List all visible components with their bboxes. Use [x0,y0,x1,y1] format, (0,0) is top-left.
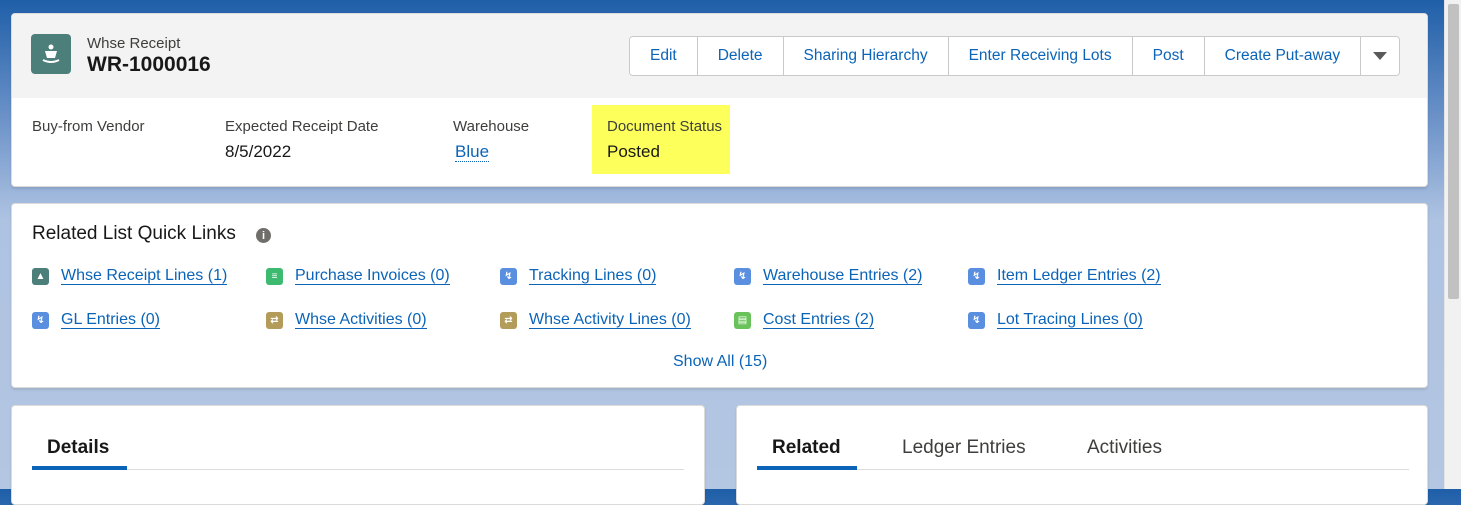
show-all-link[interactable]: Show All (15) [673,353,767,371]
record-title: WR-1000016 [87,53,211,76]
field-label: Document Status [607,118,723,135]
whse-receipt-icon: ▲ [32,267,49,285]
tab-ledger-entries[interactable]: Ledger Entries [902,437,1026,459]
quick-link-whse-activities[interactable]: ⇄ Whse Activities (0) [266,311,427,329]
post-button[interactable]: Post [1132,37,1205,75]
quick-link-label[interactable]: Whse Receipt Lines (1) [61,267,228,285]
quick-link-label[interactable]: Cost Entries (2) [763,311,875,329]
quick-link-gl-entries[interactable]: ↯ GL Entries (0) [32,311,160,329]
field-value: 8/5/2022 [225,142,292,161]
swap-icon: ⇄ [266,311,283,329]
quick-link-lot-tracing-lines[interactable]: ↯ Lot Tracing Lines (0) [968,311,1143,329]
field-expected-receipt-date: Expected Receipt Date 8/5/2022 [225,118,378,162]
scrollbar-thumb[interactable] [1448,4,1459,299]
delete-button[interactable]: Delete [697,37,784,75]
record-header-top: Whse Receipt WR-1000016 Edit Delete Shar… [12,14,1427,98]
edit-button[interactable]: Edit [630,37,698,75]
sharing-hierarchy-button[interactable]: Sharing Hierarchy [783,37,949,75]
enter-receiving-lots-button[interactable]: Enter Receiving Lots [948,37,1133,75]
related-list-quick-links: Related List Quick Links i ▲ Whse Receip… [11,203,1428,388]
quick-link-whse-receipt-lines[interactable]: ▲ Whse Receipt Lines (1) [32,267,228,285]
quick-link-label[interactable]: Tracking Lines (0) [529,267,657,285]
lightning-icon: ↯ [500,267,517,285]
record-header: Whse Receipt WR-1000016 Edit Delete Shar… [11,13,1428,187]
field-label: Buy-from Vendor [32,118,145,135]
lightning-icon: ↯ [734,267,751,285]
quick-link-warehouse-entries[interactable]: ↯ Warehouse Entries (2) [734,267,923,285]
warehouse-link[interactable]: Blue [455,142,490,162]
field-document-status: Document Status Posted [607,118,722,162]
lightning-icon: ↯ [32,311,49,329]
field-label: Expected Receipt Date [225,118,379,135]
quick-link-label[interactable]: Warehouse Entries (2) [763,267,923,285]
lightning-icon: ↯ [968,311,985,329]
more-actions-button[interactable] [1361,37,1400,75]
field-warehouse: Warehouse Blue [453,118,529,162]
quick-link-item-ledger-entries[interactable]: ↯ Item Ledger Entries (2) [968,267,1161,285]
tab-details[interactable]: Details [47,437,109,459]
action-button-group: Edit Delete Sharing Hierarchy Enter Rece… [629,36,1401,76]
tab-related[interactable]: Related [772,437,841,459]
quick-link-label[interactable]: Lot Tracing Lines (0) [997,311,1143,329]
swap-icon: ⇄ [500,311,517,329]
object-type-label: Whse Receipt [87,35,181,52]
chevron-down-icon [1373,52,1388,60]
quick-link-whse-activity-lines[interactable]: ⇄ Whse Activity Lines (0) [500,311,691,329]
create-put-away-button[interactable]: Create Put-away [1204,37,1362,75]
warehouse-receipt-icon [31,34,71,74]
active-tab-indicator [757,466,857,470]
details-panel: Details [11,405,705,505]
field-buy-from-vendor: Buy-from Vendor [32,118,145,142]
invoice-icon: ≡ [266,267,283,285]
quick-link-label[interactable]: Purchase Invoices (0) [295,267,450,285]
active-tab-indicator [32,466,127,470]
cost-icon: ▤ [734,311,751,329]
quick-link-tracking-lines[interactable]: ↯ Tracking Lines (0) [500,267,657,285]
quick-link-label[interactable]: Whse Activity Lines (0) [529,311,691,329]
quick-link-purchase-invoices[interactable]: ≡ Purchase Invoices (0) [266,267,450,285]
quick-links-title: Related List Quick Links [32,223,236,244]
lightning-icon: ↯ [968,267,985,285]
tab-activities[interactable]: Activities [1087,437,1162,459]
related-panel: Related Ledger Entries Activities [736,405,1428,505]
quick-link-label[interactable]: Whse Activities (0) [295,311,427,329]
quick-link-label[interactable]: GL Entries (0) [61,311,160,329]
info-icon[interactable]: i [256,228,271,243]
field-value: Posted [607,142,660,161]
vertical-scrollbar[interactable] [1444,0,1461,489]
quick-link-label[interactable]: Item Ledger Entries (2) [997,267,1161,285]
field-label: Warehouse [453,118,530,135]
quick-link-cost-entries[interactable]: ▤ Cost Entries (2) [734,311,875,329]
tab-divider [32,469,684,470]
